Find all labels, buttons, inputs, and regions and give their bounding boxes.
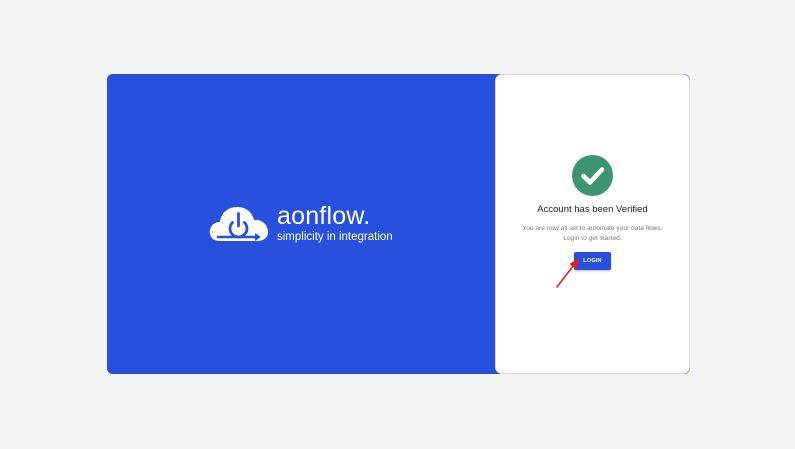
verify-message-line2: Login to get started. (563, 235, 622, 242)
verify-title: Account has been Verified (537, 204, 648, 215)
verify-message: You are now all set to automate your dat… (496, 224, 689, 244)
brand-tagline: simplicity in integration (277, 231, 393, 243)
verification-card: aonflow. simplicity in integration Accou… (107, 74, 690, 374)
cloud-power-icon (208, 201, 270, 245)
verify-panel: Account has been Verified You are now al… (495, 74, 690, 374)
wordmark: aonflow. simplicity in integration (277, 202, 393, 244)
brand-panel: aonflow. simplicity in integration (107, 74, 497, 374)
verify-message-line1: You are now all set to automate your dat… (522, 225, 663, 232)
brand-name: aonflow. (277, 202, 371, 230)
red-arrow-icon (554, 251, 584, 291)
check-circle-icon (572, 155, 613, 196)
